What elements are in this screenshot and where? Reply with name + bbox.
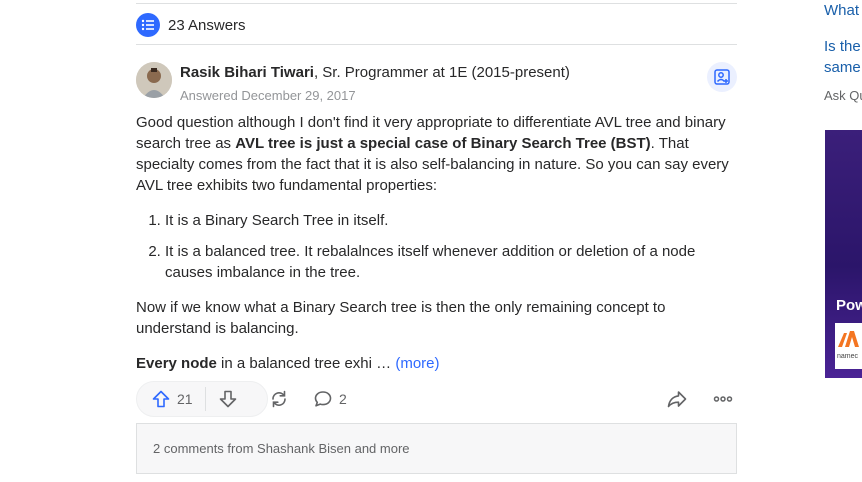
list-icon — [136, 13, 160, 37]
list-item: It is a balanced tree. It rebalalnces it… — [165, 241, 737, 283]
answered-date[interactable]: Answered December 29, 2017 — [180, 88, 356, 103]
more-link[interactable]: (more) — [395, 355, 439, 372]
upvote-icon — [152, 390, 170, 408]
related-question-2[interactable]: Is the — [824, 36, 861, 57]
follow-author-button[interactable] — [707, 62, 737, 92]
answer-paragraph-3: Every node in a balanced tree exhi … (mo… — [136, 355, 440, 372]
answer-paragraph-1: Good question although I don't find it v… — [136, 114, 729, 194]
author-credential[interactable]: , Sr. Programmer at 1E (2015-present) — [314, 64, 570, 81]
upvote-button[interactable]: 21 — [137, 382, 205, 416]
ad-headline: Pow — [836, 297, 862, 314]
answer-author: Rasik Bihari Tiwari, Sr. Programmer at 1… — [136, 62, 737, 103]
more-options-button[interactable] — [712, 381, 734, 417]
upvote-count: 21 — [177, 391, 193, 407]
right-sidebar: What Is the same Ask Qu Pow namec — [824, 0, 862, 482]
sidebar-ad[interactable]: Pow namec — [825, 130, 862, 378]
list-item: It is a Binary Search Tree in itself. — [165, 210, 737, 231]
ad-logo-word: namec — [837, 353, 859, 360]
forward-button[interactable] — [666, 381, 688, 417]
answers-header: 23 Answers — [136, 10, 246, 40]
author-line: Rasik Bihari Tiwari, Sr. Programmer at 1… — [180, 64, 570, 81]
answer-feed: 23 Answers Rasik Bihari Tiwari, Sr. Prog… — [136, 0, 737, 482]
vote-pill: 21 — [136, 381, 268, 417]
comments-preview-text: 2 comments from Shashank Bisen and more — [153, 441, 410, 456]
header-divider — [136, 44, 737, 45]
comment-icon — [314, 391, 332, 407]
share-icon — [272, 390, 286, 408]
comments-preview[interactable]: 2 comments from Shashank Bisen and more — [136, 423, 737, 474]
comment-button[interactable]: 2 — [313, 381, 347, 417]
answer-list: It is a Binary Search Tree in itself. It… — [136, 210, 737, 283]
answer-body: Good question although I don't find it v… — [136, 112, 737, 374]
related-question-1[interactable]: What — [824, 0, 859, 21]
downvote-button[interactable] — [206, 382, 238, 416]
top-divider — [136, 3, 737, 4]
forward-icon — [667, 391, 687, 408]
downvote-icon — [219, 390, 236, 408]
ask-question-link[interactable]: Ask Qu — [824, 88, 862, 103]
answer-paragraph-2: Now if we know what a Binary Search tree… — [136, 299, 666, 337]
action-bar: 21 2 — [136, 381, 737, 419]
add-person-icon — [714, 69, 730, 85]
comment-count: 2 — [339, 391, 347, 407]
share-button[interactable] — [268, 381, 290, 417]
related-question-2-cont[interactable]: same — [824, 57, 861, 78]
answers-count-label: 23 Answers — [168, 16, 246, 34]
avatar[interactable] — [136, 62, 172, 98]
more-icon — [713, 396, 733, 402]
author-name[interactable]: Rasik Bihari Tiwari — [180, 64, 314, 81]
ad-logo: namec — [835, 323, 862, 369]
